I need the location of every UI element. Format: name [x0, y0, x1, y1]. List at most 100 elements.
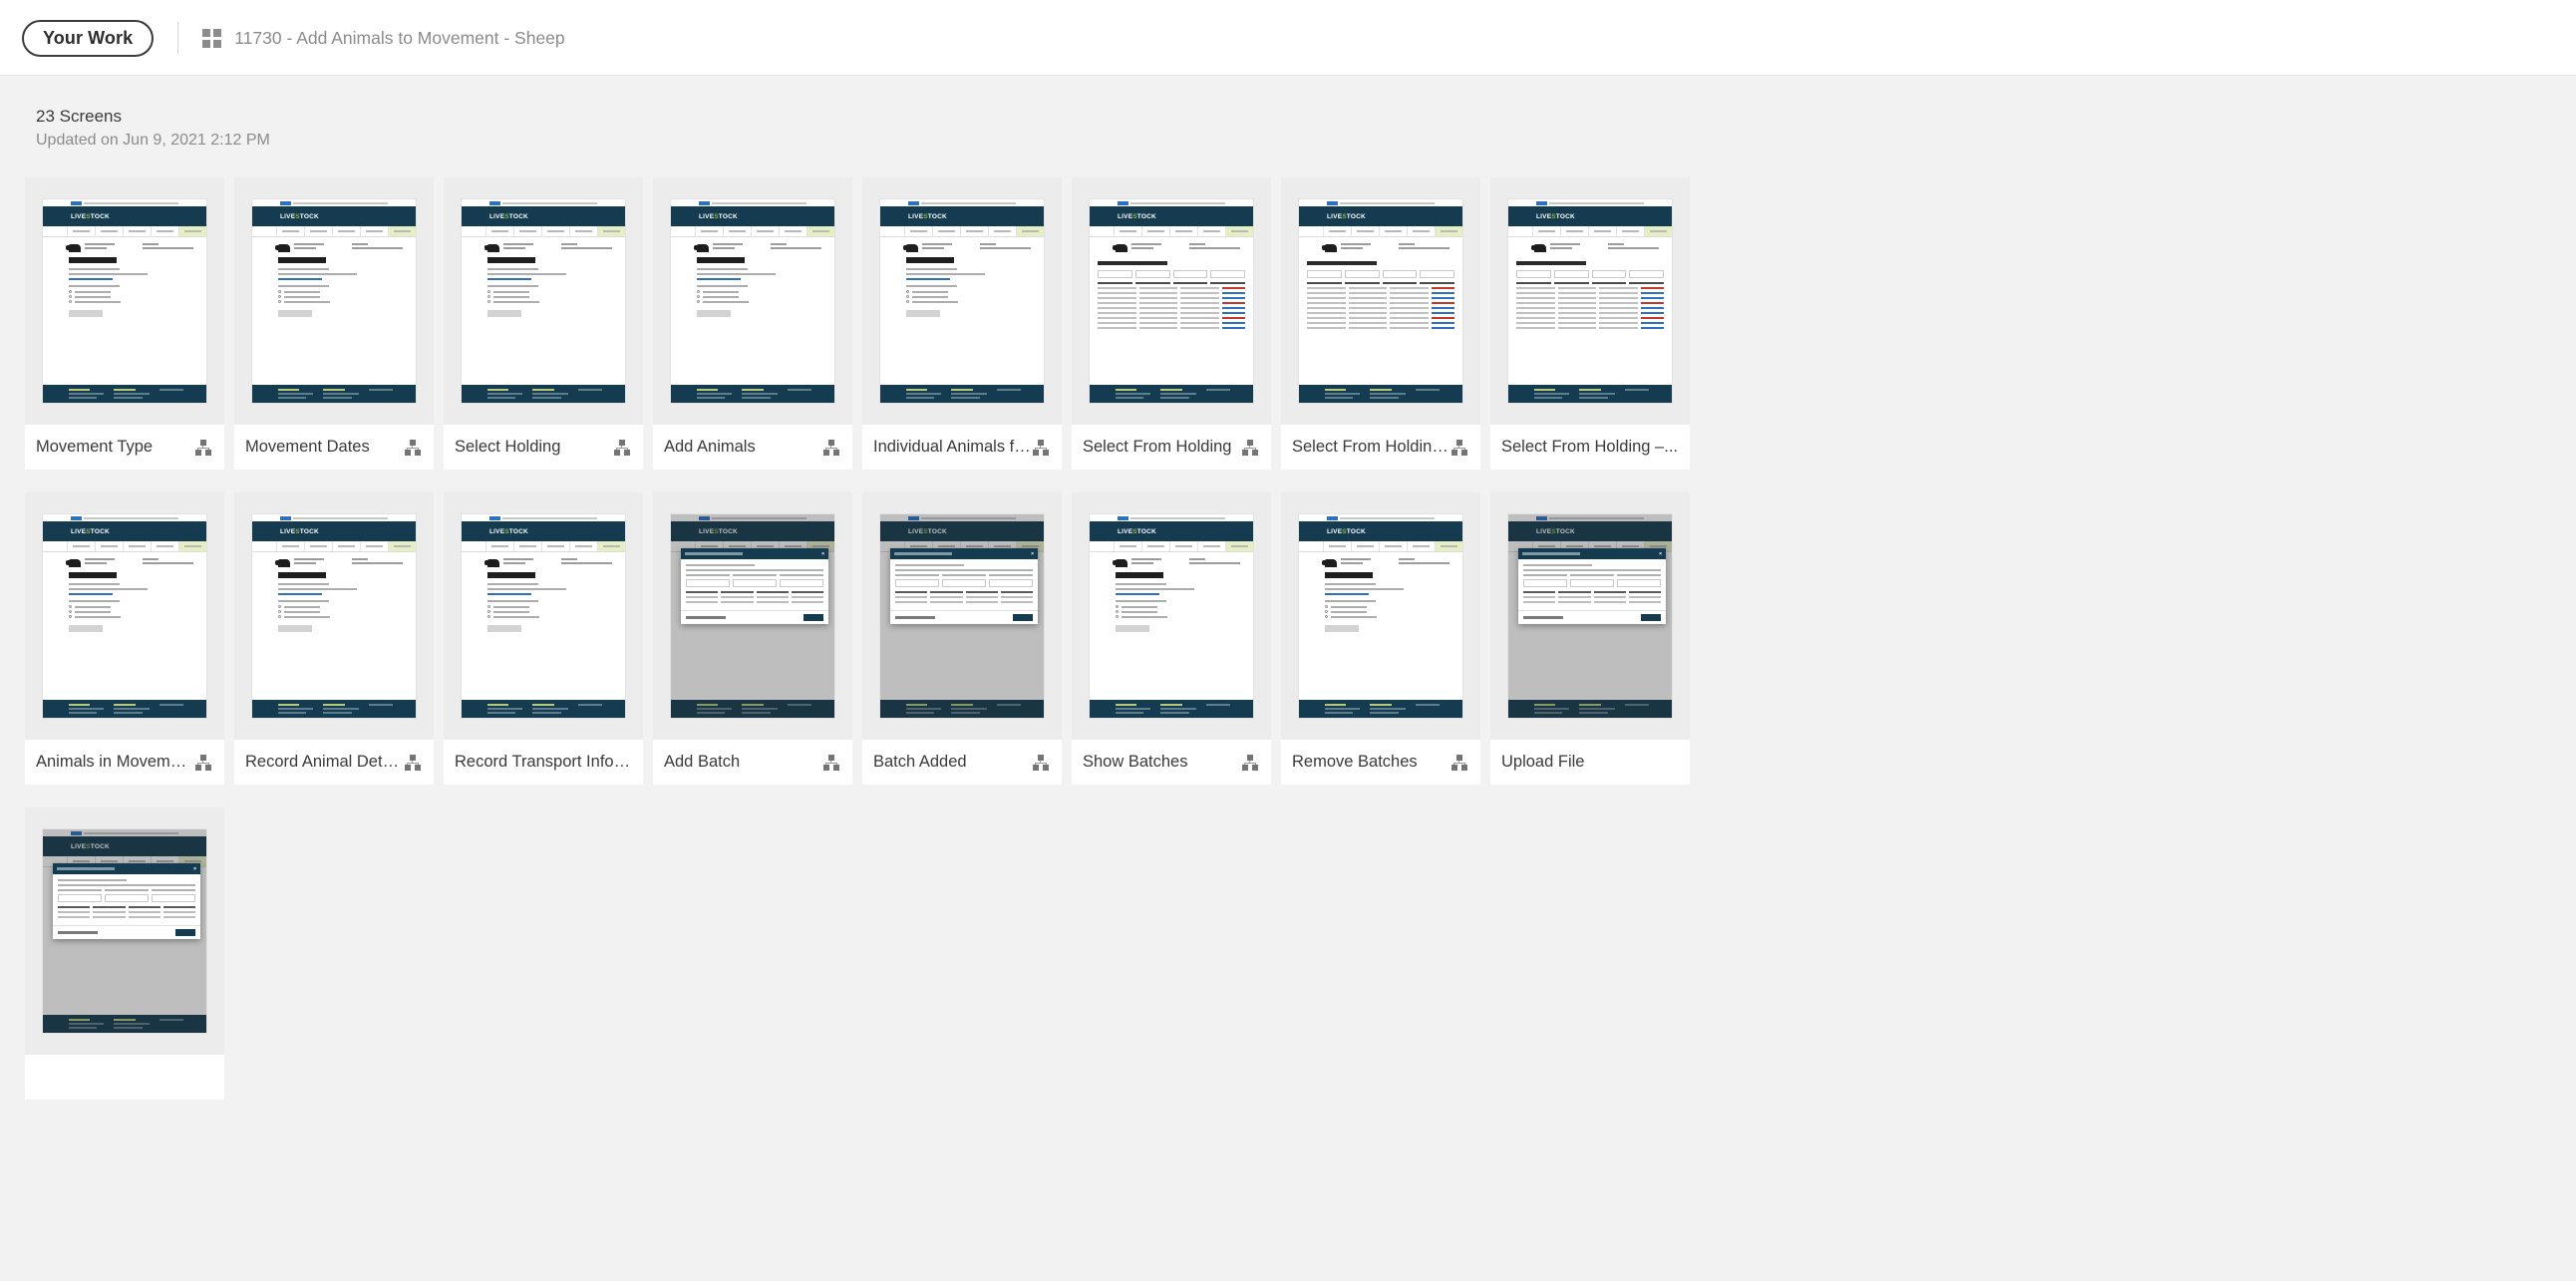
mock-logo: LIVESTOCK — [1327, 527, 1366, 535]
flowchart-icon[interactable] — [1241, 754, 1259, 771]
mock-table-row — [1307, 302, 1454, 304]
screen-card[interactable]: LIVESTOCK Movement Type — [25, 177, 224, 470]
screen-thumbnail[interactable]: LIVESTOCK — [25, 492, 224, 740]
mock-alert-bar — [1090, 199, 1253, 206]
screen-thumbnail[interactable]: LIVESTOCK — [444, 177, 643, 425]
mock-footer — [1508, 385, 1672, 403]
flowchart-icon[interactable] — [1032, 439, 1050, 456]
screen-card[interactable]: LIVESTOCK × — [25, 807, 224, 1100]
mock-footer — [252, 700, 416, 718]
screen-card[interactable]: LIVESTOCK Animals in Movement ... — [25, 492, 224, 785]
screen-thumbnail[interactable]: LIVESTOCK — [444, 492, 643, 740]
screen-label: Upload File — [1501, 753, 1585, 771]
screen-card[interactable]: LIVESTOCK Record Transport Information — [444, 492, 643, 785]
screen-thumbnail[interactable]: LIVESTOCK — [1281, 177, 1480, 425]
mock-app-preview: LIVESTOCK — [1299, 514, 1462, 718]
screen-thumbnail[interactable]: LIVESTOCK × — [25, 807, 224, 1055]
screen-thumbnail[interactable]: LIVESTOCK — [25, 177, 224, 425]
mock-footer — [462, 700, 625, 718]
mock-table-row — [1516, 317, 1664, 319]
screen-card[interactable]: LIVESTOCK Remove Batches — [1281, 492, 1480, 785]
screen-card[interactable]: LIVESTOCK × Add Batch — [653, 492, 852, 785]
flowchart-icon[interactable] — [194, 754, 212, 771]
flowchart-icon[interactable] — [613, 439, 631, 456]
flowchart-icon[interactable] — [1450, 754, 1468, 771]
screen-caption: Select Holding — [444, 425, 643, 470]
mock-holding-summary — [252, 552, 416, 570]
screen-card[interactable]: LIVESTOCK Select From Holding — [1072, 177, 1271, 470]
mock-app-header: LIVESTOCK — [1508, 206, 1672, 226]
mock-holding-summary — [1090, 552, 1253, 570]
flowchart-icon[interactable] — [1450, 439, 1468, 456]
mock-nav — [1299, 226, 1462, 237]
flowchart-icon[interactable] — [404, 754, 422, 771]
mock-footer — [1090, 385, 1253, 403]
screen-thumbnail[interactable]: LIVESTOCK — [1072, 177, 1271, 425]
screen-thumbnail[interactable]: LIVESTOCK × — [862, 492, 1062, 740]
mock-table-row — [1516, 302, 1664, 304]
screen-thumbnail[interactable]: LIVESTOCK — [862, 177, 1062, 425]
mock-logo: LIVESTOCK — [1118, 212, 1156, 220]
mock-table-row — [1516, 307, 1664, 309]
screen-thumbnail[interactable]: LIVESTOCK × — [1490, 492, 1690, 740]
mock-app-header: LIVESTOCK — [462, 206, 625, 226]
screen-card[interactable]: LIVESTOCK Record Animal Details — [234, 492, 434, 785]
screen-card[interactable]: LIVESTOCK Select From Holding –... — [1281, 177, 1480, 470]
mock-footer — [880, 385, 1044, 403]
screen-card[interactable]: LIVESTOCK Movement Dates — [234, 177, 434, 470]
mock-holding-summary — [1090, 237, 1253, 255]
mock-app-preview: LIVESTOCK — [43, 199, 206, 403]
mock-app-preview: LIVESTOCK — [462, 514, 625, 718]
flowchart-icon[interactable] — [194, 439, 212, 456]
flowchart-icon[interactable] — [1241, 439, 1259, 456]
mock-alert-bar — [462, 514, 625, 521]
cow-icon — [484, 559, 499, 567]
mock-form-body — [880, 255, 1044, 385]
mock-form-body — [252, 255, 416, 385]
screen-thumbnail[interactable]: LIVESTOCK — [234, 492, 434, 740]
screen-card[interactable]: LIVESTOCK Add Animals — [653, 177, 852, 470]
screen-label: Select Holding — [455, 438, 561, 456]
screen-caption: Add Batch — [653, 740, 852, 785]
screen-thumbnail[interactable]: LIVESTOCK — [1490, 177, 1690, 425]
screen-card[interactable]: LIVESTOCK × Batch Added — [862, 492, 1062, 785]
mock-table-row — [1098, 312, 1245, 314]
mock-table-row — [1307, 297, 1454, 299]
screen-thumbnail[interactable]: LIVESTOCK — [1281, 492, 1480, 740]
mock-modal: × — [1518, 548, 1666, 624]
screen-card[interactable]: LIVESTOCK Individual Animals fro... — [862, 177, 1062, 470]
mock-footer — [252, 385, 416, 403]
flowchart-icon[interactable] — [404, 439, 422, 456]
mock-table-row — [1098, 322, 1245, 324]
screen-thumbnail[interactable]: LIVESTOCK — [234, 177, 434, 425]
screen-card[interactable]: LIVESTOCK Select Holding — [444, 177, 643, 470]
screen-card[interactable]: LIVESTOCK Show Batches — [1072, 492, 1271, 785]
mock-app-preview: LIVESTOCK — [462, 199, 625, 403]
mock-app-header: LIVESTOCK — [1299, 521, 1462, 541]
screen-caption: Individual Animals fro... — [862, 425, 1062, 470]
screen-thumbnail[interactable]: LIVESTOCK — [1072, 492, 1271, 740]
screen-label: Remove Batches — [1292, 753, 1418, 771]
flowchart-icon[interactable] — [822, 439, 840, 456]
mock-table-row — [1098, 317, 1245, 319]
screen-thumbnail[interactable]: LIVESTOCK — [653, 177, 852, 425]
screen-card[interactable]: LIVESTOCK × Upload File — [1490, 492, 1690, 785]
cow-icon — [484, 244, 499, 252]
mock-form-body — [1090, 570, 1253, 700]
mock-form-body — [462, 570, 625, 700]
screen-card[interactable]: LIVESTOCK Select From Holding –... — [1490, 177, 1690, 470]
mock-alert-bar — [1090, 514, 1253, 521]
screen-thumbnail[interactable]: LIVESTOCK × — [653, 492, 852, 740]
mock-table-row — [1307, 307, 1454, 309]
flowchart-icon[interactable] — [822, 754, 840, 771]
mock-table-row — [1098, 307, 1245, 309]
screen-label: Add Animals — [664, 438, 756, 456]
breadcrumb[interactable]: 11730 - Add Animals to Movement - Sheep — [202, 28, 565, 49]
your-work-button[interactable]: Your Work — [22, 19, 155, 57]
screen-label: Select From Holding –... — [1292, 438, 1450, 456]
top-bar: Your Work 11730 - Add Animals to Movemen… — [0, 0, 2576, 76]
cow-icon — [903, 244, 918, 252]
flowchart-icon[interactable] — [1032, 754, 1050, 771]
mock-alert-bar — [1299, 199, 1462, 206]
mock-holding-summary — [462, 237, 625, 255]
